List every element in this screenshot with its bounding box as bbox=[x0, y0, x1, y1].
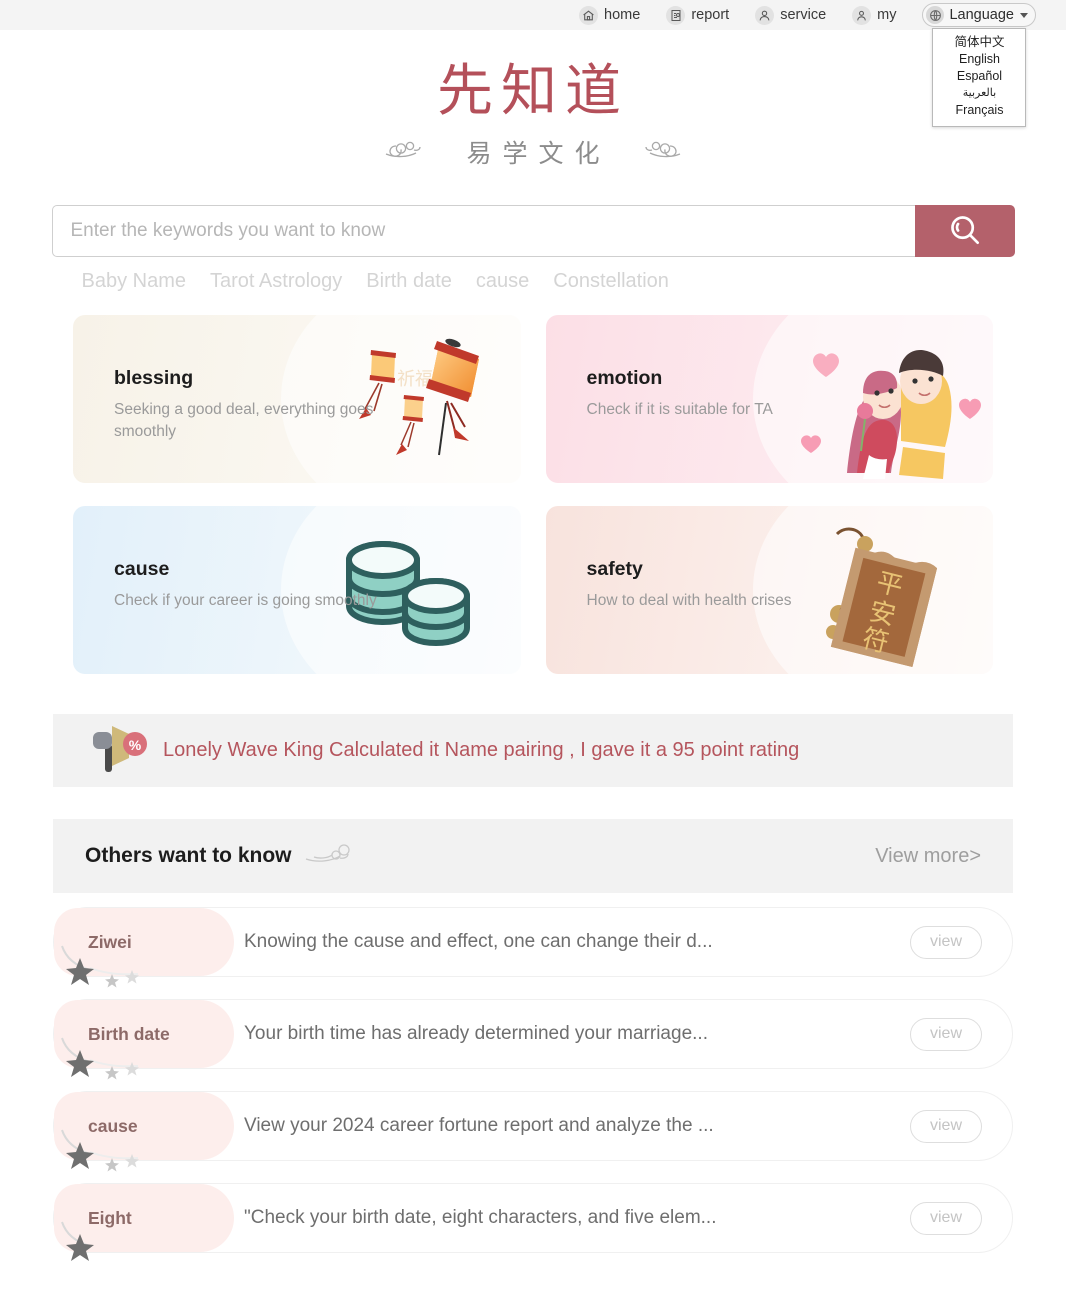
search-input[interactable] bbox=[51, 205, 915, 258]
quick-tag-birth-date[interactable]: Birth date bbox=[366, 270, 452, 293]
language-button-label: Language bbox=[949, 7, 1014, 23]
card-desc-emotion: Check if it is suitable for TA bbox=[586, 401, 773, 419]
language-button[interactable]: Language bbox=[922, 3, 1036, 27]
row-title: Your birth time has already determined y… bbox=[244, 1023, 708, 1045]
nav-item-report-label: report bbox=[691, 7, 730, 23]
logo-main-text: 先知道 bbox=[437, 59, 629, 124]
svg-text:%: % bbox=[129, 737, 142, 753]
card-desc-blessing: Seeking a good deal, everything goes smo… bbox=[114, 401, 374, 441]
view-button[interactable]: view bbox=[910, 1201, 982, 1235]
search-bar bbox=[51, 205, 1015, 258]
list-item[interactable]: Birth date Your birth time has already d… bbox=[53, 999, 1013, 1080]
language-option-en[interactable]: English bbox=[933, 51, 1025, 68]
quick-tag-tarot-astrology[interactable]: Tarot Astrology bbox=[210, 270, 342, 293]
cloud-ornament-icon bbox=[304, 841, 360, 872]
list-item[interactable]: Ziwei Knowing the cause and effect, one … bbox=[53, 907, 1013, 988]
home-icon bbox=[579, 5, 599, 25]
row-tag-label: Birth date bbox=[88, 1023, 170, 1044]
feature-card-emotion[interactable]: emotion Check if it is suitable for TA bbox=[545, 315, 993, 484]
nav-item-service-label: service bbox=[780, 7, 827, 23]
language-dropdown-menu: 简体中文 English Español بالعربية Français bbox=[932, 28, 1027, 127]
quick-tag-constellation[interactable]: Constellation bbox=[553, 270, 669, 293]
section-title: Others want to know bbox=[85, 844, 292, 868]
feature-card-blessing[interactable]: 祈福 blessing Seeking a good deal, everyth… bbox=[73, 315, 521, 484]
card-title-safety: safety bbox=[586, 558, 643, 581]
view-more-link[interactable]: View more> bbox=[875, 845, 981, 868]
nav-item-service[interactable]: service bbox=[755, 5, 827, 25]
language-option-fr[interactable]: Français bbox=[933, 102, 1025, 119]
language-option-ar[interactable]: بالعربية bbox=[933, 85, 1025, 102]
card-desc-cause: Check if your career is going smoothly bbox=[114, 592, 377, 610]
search-icon bbox=[946, 211, 984, 252]
feature-card-cause[interactable]: cause Check if your career is going smoo… bbox=[73, 506, 521, 675]
megaphone-percent-icon: % bbox=[85, 722, 147, 779]
row-title: Knowing the cause and effect, one can ch… bbox=[244, 931, 713, 953]
feature-card-grid: 祈福 blessing Seeking a good deal, everyth… bbox=[73, 315, 993, 675]
view-button[interactable]: view bbox=[910, 1109, 982, 1143]
service-icon bbox=[755, 5, 775, 25]
card-title-emotion: emotion bbox=[586, 367, 663, 390]
nav-item-home-label: home bbox=[604, 7, 641, 23]
view-button[interactable]: view bbox=[910, 925, 982, 959]
globe-icon bbox=[926, 6, 945, 24]
nav-item-my[interactable]: my bbox=[852, 5, 897, 25]
row-tag-label: Ziwei bbox=[88, 931, 132, 952]
cloud-ornament-right-icon bbox=[618, 136, 682, 169]
top-navigation-bar: home report service my Language 简体中文 Eng… bbox=[0, 0, 1066, 127]
announcement-text[interactable]: Lonely Wave King Calculated it Name pair… bbox=[163, 739, 799, 762]
nav-item-my-label: my bbox=[877, 7, 897, 23]
nav-item-home[interactable]: home bbox=[579, 5, 641, 25]
card-title-cause: cause bbox=[114, 558, 170, 581]
search-button[interactable] bbox=[914, 205, 1015, 258]
list-item[interactable]: Eight "Check your birth date, eight char… bbox=[53, 1183, 1013, 1262]
report-icon bbox=[666, 5, 686, 25]
topic-list: Ziwei Knowing the cause and effect, one … bbox=[53, 907, 1013, 1262]
quick-tag-list: Baby Name Tarot Astrology Birth date cau… bbox=[52, 270, 1015, 293]
view-button[interactable]: view bbox=[910, 1017, 982, 1051]
user-icon bbox=[852, 5, 872, 25]
quick-tag-cause[interactable]: cause bbox=[476, 270, 529, 293]
card-desc-safety: How to deal with health crises bbox=[586, 592, 792, 610]
language-option-zh[interactable]: 简体中文 bbox=[933, 34, 1025, 51]
chevron-down-icon bbox=[1020, 12, 1028, 18]
announcement-banner: % Lonely Wave King Calculated it Name pa… bbox=[53, 714, 1013, 788]
others-want-to-know-header: Others want to know View more> bbox=[53, 819, 1013, 894]
row-tag-label: cause bbox=[88, 1115, 138, 1136]
logo-subtitle-text: 易学文化 bbox=[466, 139, 611, 169]
logo-subtitle-row: 易学文化 bbox=[0, 134, 1066, 170]
row-tag-label: Eight bbox=[88, 1207, 132, 1228]
cloud-ornament-left-icon bbox=[384, 136, 448, 169]
card-title-blessing: blessing bbox=[114, 367, 194, 390]
nav-item-report[interactable]: report bbox=[666, 5, 730, 25]
language-selector: Language 简体中文 English Español بالعربية F… bbox=[922, 3, 1036, 127]
row-title: View your 2024 career fortune report and… bbox=[244, 1115, 714, 1137]
row-title: "Check your birth date, eight characters… bbox=[244, 1207, 717, 1229]
site-logo: 先知道 易学文化 bbox=[0, 30, 1066, 170]
list-item[interactable]: cause View your 2024 career fortune repo… bbox=[53, 1091, 1013, 1172]
language-option-es[interactable]: Español bbox=[933, 68, 1025, 85]
quick-tag-baby-name[interactable]: Baby Name bbox=[82, 270, 187, 293]
feature-card-safety[interactable]: 平 安 符 safety How to deal with health cri… bbox=[545, 506, 993, 675]
